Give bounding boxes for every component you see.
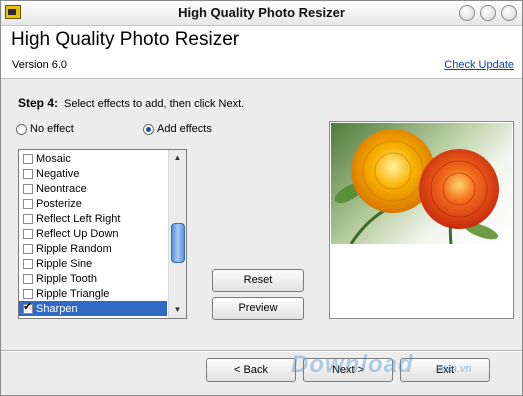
effect-list-item[interactable]: Reflect Up Down — [19, 226, 167, 241]
effect-list-item[interactable]: Neontrace — [19, 181, 167, 196]
add-effects-label: Add effects — [157, 123, 212, 135]
window-title: High Quality Photo Resizer — [178, 5, 345, 20]
no-effect-radio[interactable]: No effect — [16, 123, 74, 135]
footer-separator — [1, 350, 522, 352]
preview-button[interactable]: Preview — [212, 297, 304, 320]
effect-checkbox[interactable] — [23, 153, 33, 164]
effect-list-item[interactable]: Posterize — [19, 196, 167, 211]
effect-list-item[interactable]: Ripple Sine — [19, 256, 167, 271]
effect-label: Ripple Tooth — [36, 272, 97, 285]
effect-list-item[interactable]: ✔ Sharpen — [19, 301, 167, 316]
flower-photo — [334, 129, 499, 244]
effect-label: Negative — [36, 167, 80, 180]
minimize-button[interactable] — [459, 5, 475, 21]
step-instruction: Step 4: Select effects to add, then click… — [18, 96, 244, 110]
preview-panel — [329, 121, 514, 319]
watermark-domain: .com.vn — [433, 363, 472, 375]
effect-label: Ripple Triangle — [36, 287, 110, 300]
no-effect-label: No effect — [30, 123, 74, 135]
step-text: Select effects to add, then click Next. — [64, 98, 245, 110]
version-label: Version 6.0 — [12, 59, 68, 71]
effect-checkbox[interactable] — [23, 273, 33, 284]
scroll-up-icon[interactable]: ▲ — [169, 150, 186, 166]
radio-circle — [16, 123, 27, 135]
effect-list-item[interactable]: Ripple Random — [19, 241, 167, 256]
title-bar[interactable]: High Quality Photo Resizer — [1, 1, 522, 26]
effect-list-item[interactable]: Mosaic — [19, 151, 167, 166]
watermark-brand: Download — [291, 351, 414, 378]
preview-image — [331, 123, 512, 244]
effect-list-item[interactable]: Ripple Tooth — [19, 271, 167, 286]
back-button[interactable]: < Back — [206, 358, 296, 382]
reset-button[interactable]: Reset — [212, 269, 304, 292]
app-window: High Quality Photo Resizer High Quality … — [0, 0, 523, 396]
maximize-button[interactable] — [480, 5, 496, 21]
checkmark-icon: ✔ — [23, 300, 33, 313]
effect-checkbox[interactable] — [23, 228, 33, 239]
effect-checkbox[interactable] — [23, 168, 33, 179]
effect-checkbox[interactable] — [23, 183, 33, 194]
close-button[interactable] — [501, 5, 517, 21]
effect-checkbox[interactable] — [23, 258, 33, 269]
add-effects-radio[interactable]: Add effects — [143, 123, 212, 135]
effects-list[interactable]: Mosaic Negative Neontrace Posterize Reflect … — [18, 149, 187, 319]
effect-checkbox[interactable] — [23, 243, 33, 254]
radio-circle-selected — [143, 123, 154, 135]
effect-list-item[interactable]: Ripple Triangle — [19, 286, 167, 301]
scroll-thumb[interactable] — [171, 223, 185, 263]
effect-label: Reflect Up Down — [36, 227, 119, 240]
step-label: Step 4: — [18, 96, 59, 110]
effect-checkbox[interactable] — [23, 198, 33, 209]
scroll-down-icon[interactable]: ▼ — [169, 302, 186, 318]
effect-checkbox[interactable] — [23, 288, 33, 299]
effect-label: Neontrace — [36, 182, 87, 195]
effect-label: Mosaic — [36, 152, 71, 165]
effect-label: Ripple Random — [36, 242, 112, 255]
effect-checkbox[interactable] — [23, 213, 33, 224]
effect-label: Reflect Left Right — [36, 212, 121, 225]
effect-label: Posterize — [36, 197, 82, 210]
effect-label: Sharpen — [36, 302, 78, 315]
effect-list-item[interactable]: Reflect Left Right — [19, 211, 167, 226]
effect-label: Ripple Sine — [36, 257, 93, 270]
effects-scrollbar[interactable]: ▲ ▼ — [168, 150, 186, 318]
effect-checkbox[interactable]: ✔ — [23, 300, 33, 314]
check-update-link[interactable]: Check Update — [444, 59, 514, 71]
app-title: High Quality Photo Resizer — [11, 29, 240, 50]
header-panel: High Quality Photo Resizer Version 6.0 C… — [1, 26, 522, 79]
effect-list-item[interactable]: Negative — [19, 166, 167, 181]
